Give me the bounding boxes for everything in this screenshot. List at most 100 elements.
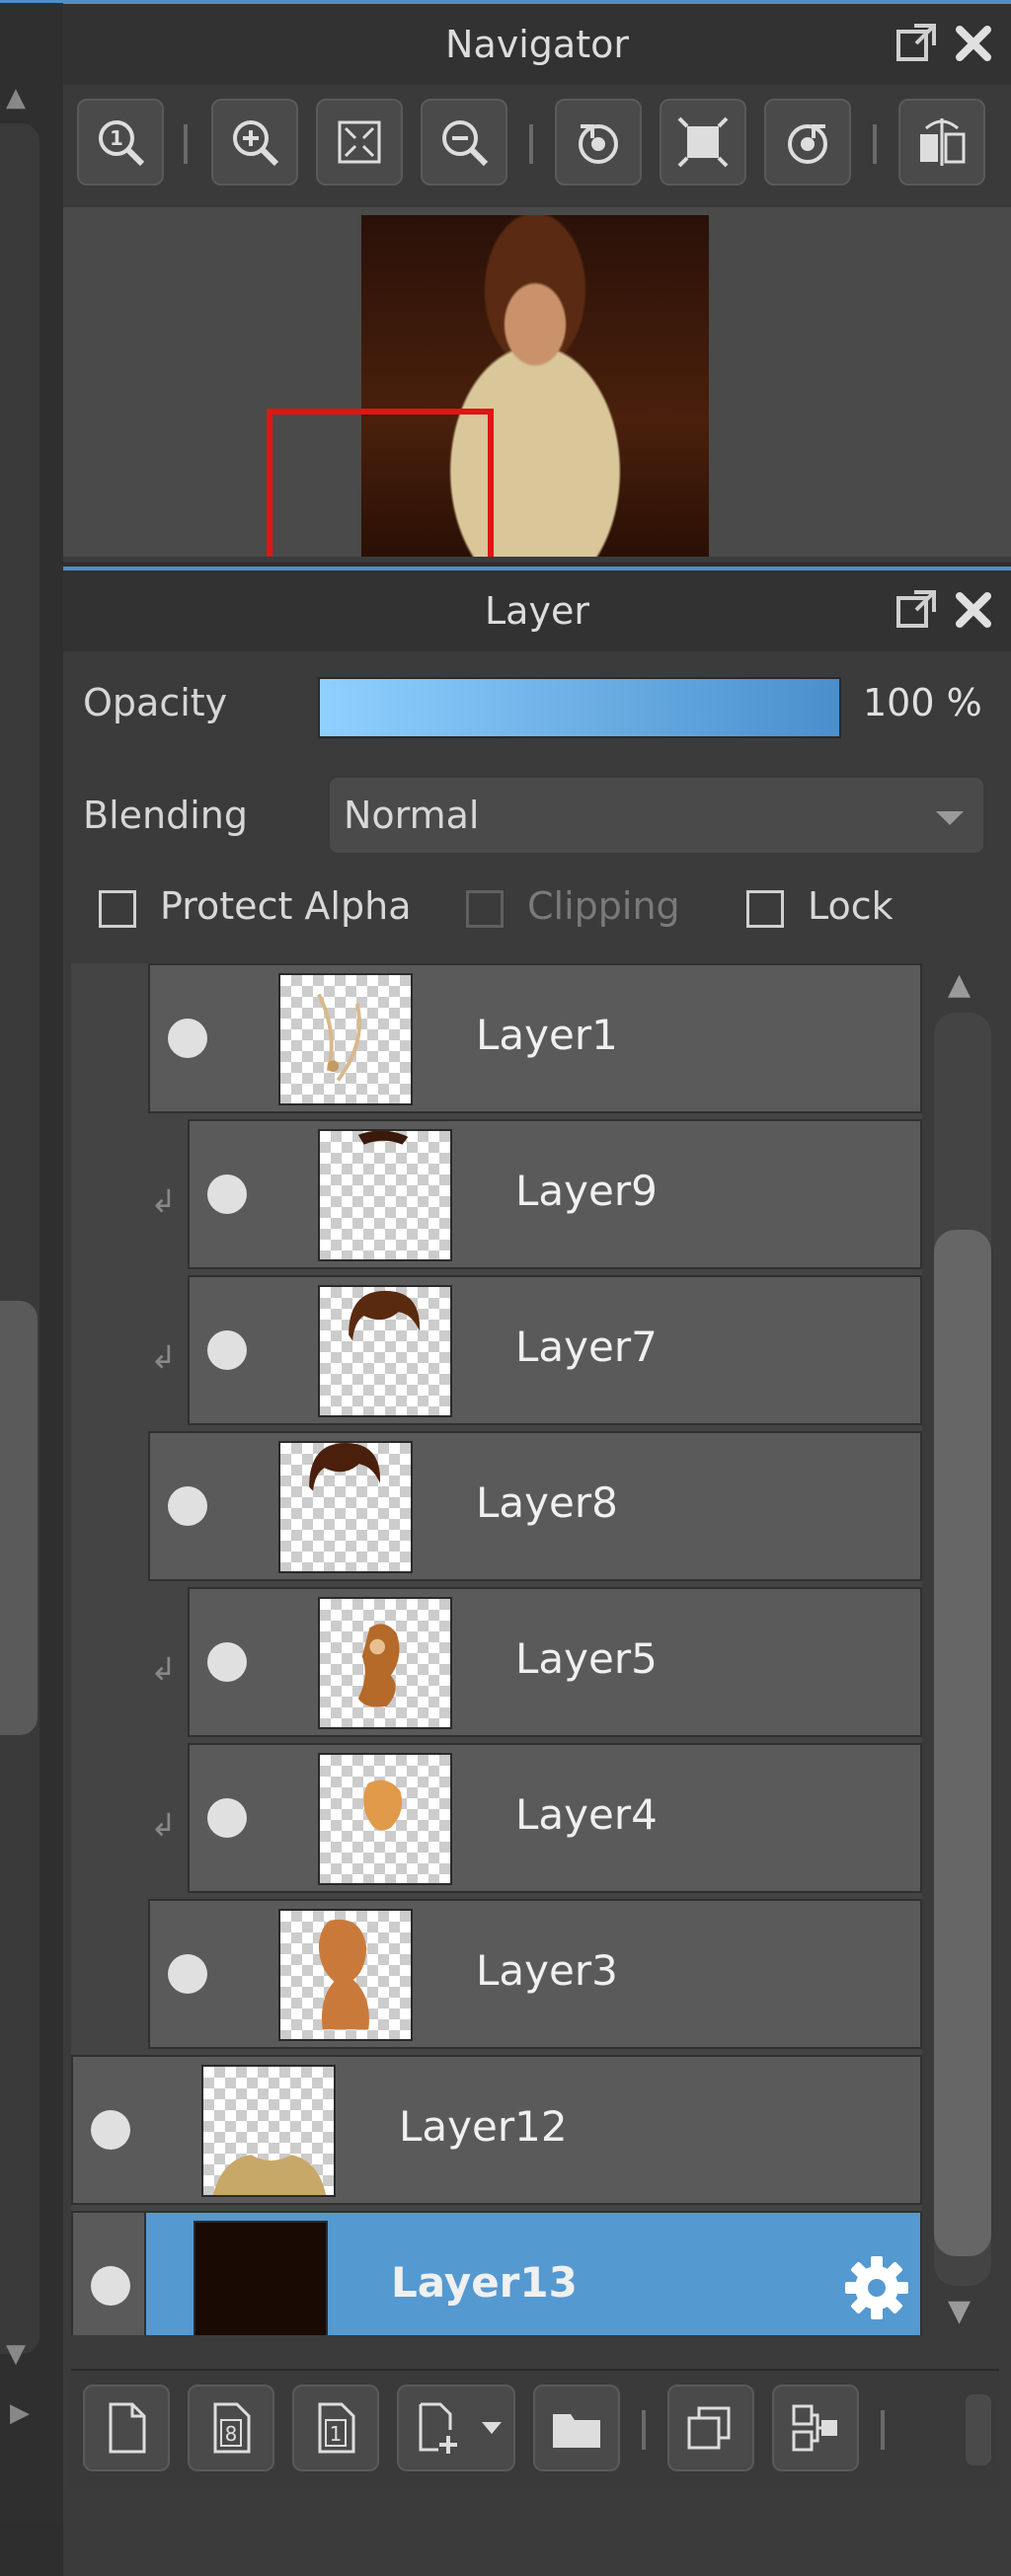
flip-horizontal-button[interactable] — [898, 99, 985, 186]
opacity-label: Opacity — [83, 681, 228, 724]
new-1bit-layer-icon: 1 — [318, 2402, 355, 2454]
zoom-in-icon — [233, 120, 279, 167]
navigator-panel: Navigator 1 — [63, 0, 1011, 563]
new-1bit-layer-button[interactable]: 1 — [292, 2385, 379, 2471]
zoom-out-icon — [442, 120, 489, 167]
svg-text:1: 1 — [330, 2422, 343, 2446]
layer-row[interactable]: ↲ Layer7 — [150, 1275, 922, 1425]
lock-checkbox[interactable] — [746, 890, 784, 928]
scrollbar-thumb[interactable] — [934, 1230, 991, 2256]
rotate-right-icon — [788, 124, 827, 164]
layer-row[interactable]: ↲ Layer5 — [150, 1587, 922, 1737]
toolbar-overflow-handle[interactable] — [966, 2394, 991, 2465]
layer-row[interactable]: ↲ Layer9 — [150, 1119, 922, 1269]
layer-row[interactable]: Layer13 — [71, 2211, 922, 2335]
merge-layer-button[interactable] — [772, 2385, 859, 2471]
fit-window-icon — [677, 116, 729, 168]
protect-alpha-label: Protect Alpha — [160, 884, 412, 928]
layer-header: Layer — [63, 567, 1011, 651]
layer-name: Layer4 — [515, 1790, 658, 1839]
layer-name: Layer9 — [515, 1167, 658, 1215]
clipping-indicator-icon: ↲ — [150, 1182, 177, 1220]
opacity-slider[interactable] — [318, 677, 841, 738]
left-expand-icon[interactable]: ▶ — [10, 2398, 30, 2428]
layer-name: Layer12 — [399, 2102, 568, 2151]
layer-row[interactable]: Layer8 — [148, 1431, 922, 1581]
layer-row[interactable]: Layer3 — [148, 1899, 922, 2049]
add-layer-dropdown-button[interactable] — [397, 2385, 515, 2471]
visibility-eye-icon[interactable] — [168, 1019, 207, 1058]
toolbar-separator — [184, 124, 188, 164]
visibility-eye-icon[interactable] — [207, 1330, 247, 1370]
fit-screen-button[interactable] — [316, 99, 403, 186]
new-folder-button[interactable] — [533, 2385, 620, 2471]
svg-text:1: 1 — [110, 126, 123, 150]
layer-name: Layer8 — [476, 1478, 618, 1527]
navigator-preview[interactable] — [63, 207, 1011, 557]
layer-thumbnail — [278, 973, 413, 1105]
blending-select[interactable]: Normal — [328, 776, 985, 855]
chevron-down-icon — [936, 811, 964, 825]
rotate-left-icon — [579, 124, 618, 164]
navigator-header: Navigator — [63, 0, 1011, 85]
layer-panel: Layer Opacity 100 % Blending Normal Prot… — [63, 567, 1011, 2576]
zoom-actual-button[interactable]: 1 — [77, 99, 164, 186]
layer-bottom-toolbar: 8 1 — [71, 2369, 999, 2487]
layer-settings-gear-icon[interactable] — [841, 2252, 912, 2323]
blending-value: Normal — [344, 794, 480, 837]
zoom-out-button[interactable] — [421, 99, 507, 186]
viewport-indicator[interactable] — [267, 409, 494, 557]
opacity-value: 100 % — [863, 681, 982, 724]
layer-list[interactable]: Layer1 ↲ Layer9 ↲ Layer7 Layer8 ↲ Layer5 ↲ Layer4… — [71, 963, 922, 2335]
rotate-left-button[interactable] — [555, 99, 642, 186]
clipping-label: Clipping — [527, 884, 680, 928]
zoom-in-button[interactable] — [211, 99, 298, 186]
left-scrollbar-thumb[interactable] — [0, 1301, 38, 1735]
popout-icon[interactable] — [893, 20, 940, 67]
left-scroll-up-icon[interactable]: ▲ — [6, 83, 26, 113]
popout-icon[interactable] — [893, 586, 940, 634]
visibility-eye-icon[interactable] — [207, 1174, 247, 1214]
left-scroll-down-icon[interactable]: ▼ — [6, 2339, 26, 2369]
clipping-indicator-icon: ↲ — [150, 1650, 177, 1688]
layer-list-scrollbar[interactable]: ▲ ▼ — [928, 963, 1001, 2335]
left-scrollbar-track[interactable] — [0, 123, 39, 2354]
layer-thumbnail — [318, 1129, 452, 1261]
layer-thumbnail — [318, 1597, 452, 1729]
rotate-right-button[interactable] — [764, 99, 851, 186]
layer-thumbnail — [278, 1909, 413, 2041]
fit-window-button[interactable] — [660, 99, 746, 186]
visibility-eye-icon[interactable] — [207, 1798, 247, 1838]
layer-row[interactable]: ↲ Layer4 — [150, 1743, 922, 1893]
clipping-indicator-icon: ↲ — [150, 1338, 177, 1376]
protect-alpha-checkbox[interactable] — [99, 890, 136, 928]
close-icon[interactable] — [950, 586, 997, 634]
visibility-eye-icon[interactable] — [168, 1954, 207, 1994]
visibility-eye-icon[interactable] — [91, 2110, 130, 2150]
left-dock-rail: ▲ ▼ ▶ — [0, 0, 63, 2525]
scroll-up-icon[interactable]: ▲ — [948, 967, 971, 1002]
visibility-eye-icon[interactable] — [91, 2266, 130, 2306]
chevron-down-icon — [482, 2422, 502, 2434]
add-layer-dropdown-icon — [419, 2402, 457, 2454]
zoom-actual-icon: 1 — [99, 120, 145, 167]
layer-row[interactable]: Layer12 — [71, 2055, 922, 2205]
toolbar-separator — [881, 2410, 885, 2450]
layer-name: Layer3 — [476, 1946, 618, 1995]
new-8bit-layer-button[interactable]: 8 — [188, 2385, 274, 2471]
close-icon[interactable] — [950, 20, 997, 67]
duplicate-layer-button[interactable] — [667, 2385, 754, 2471]
clipping-checkbox[interactable] — [466, 890, 504, 928]
lock-label: Lock — [808, 884, 894, 928]
left-rail-accent — [0, 0, 63, 3]
new-layer-button[interactable] — [83, 2385, 170, 2471]
blending-label: Blending — [83, 794, 248, 837]
fit-screen-icon — [338, 120, 381, 164]
visibility-eye-icon[interactable] — [168, 1486, 207, 1526]
scroll-down-icon[interactable]: ▼ — [948, 2294, 971, 2328]
visibility-eye-icon[interactable] — [207, 1642, 247, 1682]
svg-text:8: 8 — [225, 2422, 238, 2446]
new-layer-icon — [109, 2402, 146, 2454]
layer-row[interactable]: Layer1 — [148, 963, 922, 1113]
layer-panel-title: Layer — [485, 589, 589, 633]
